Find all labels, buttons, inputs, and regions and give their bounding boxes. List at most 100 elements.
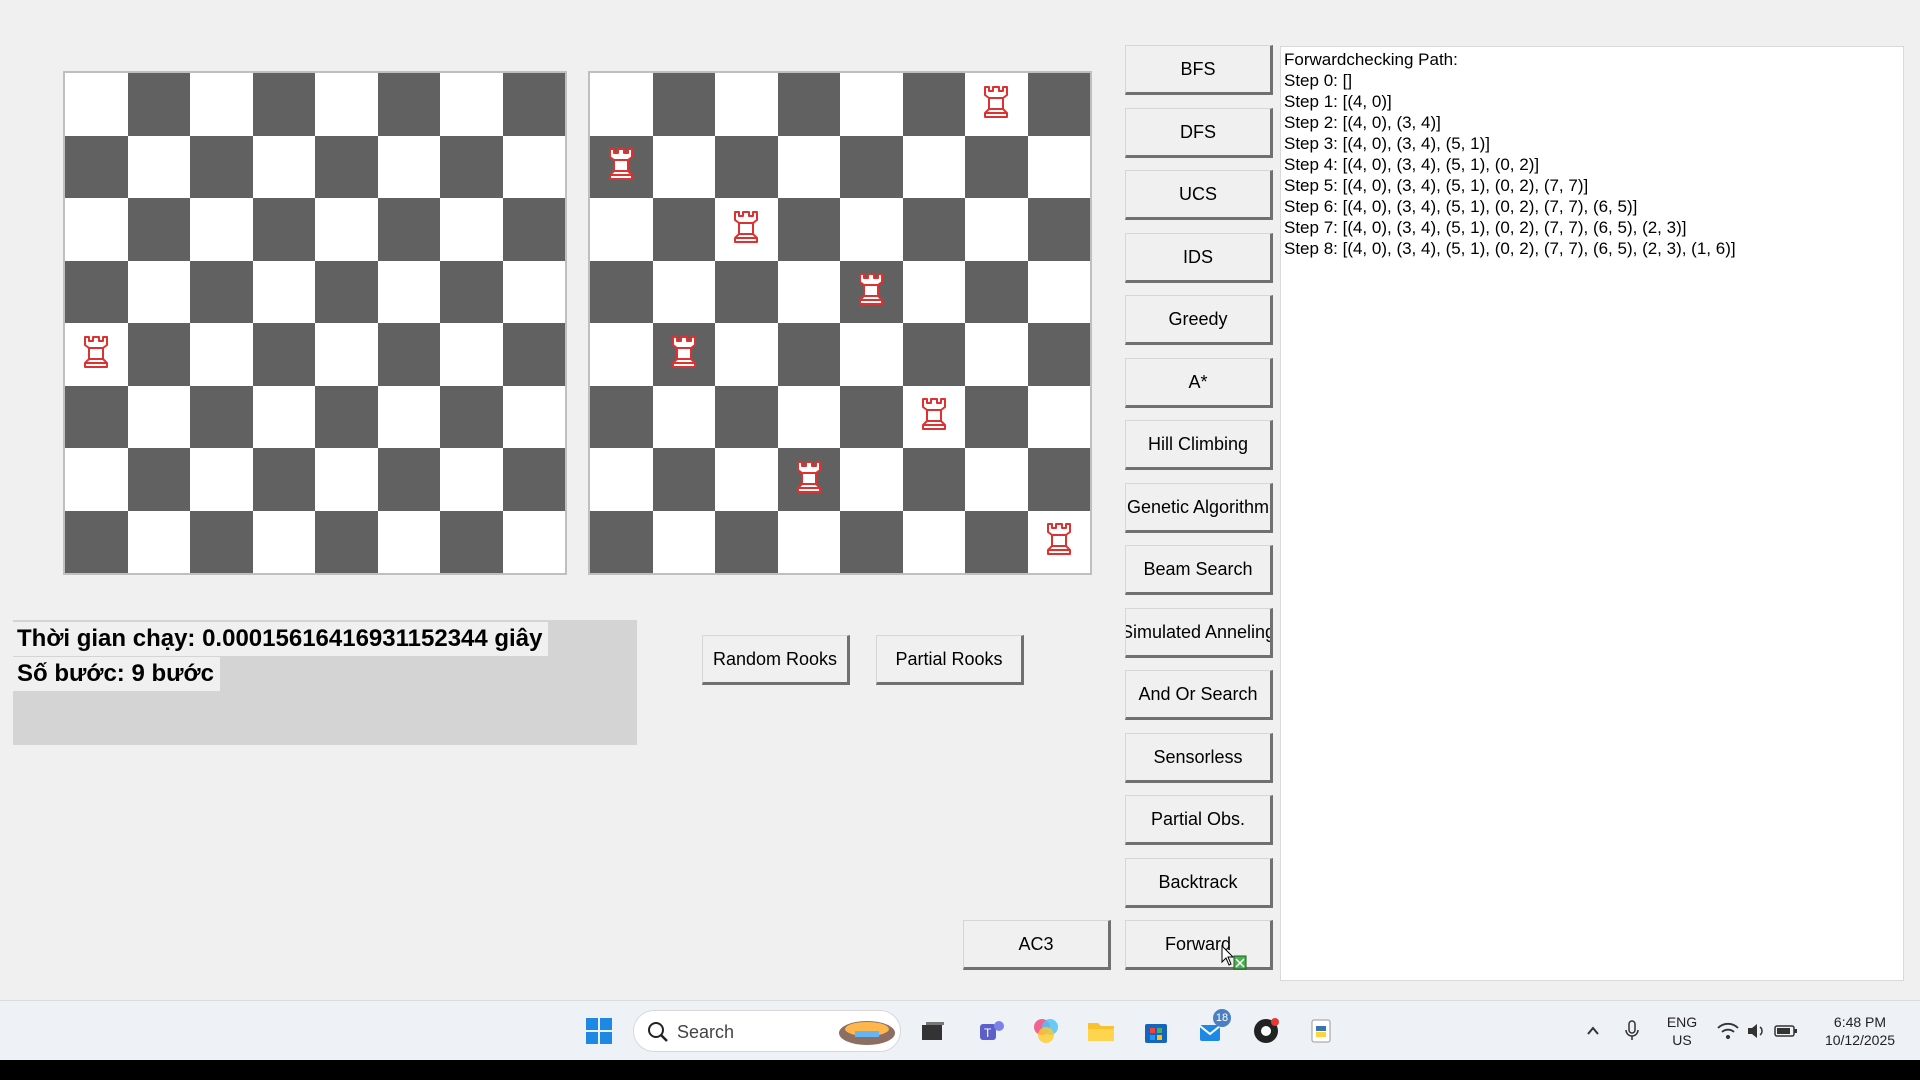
- board-square[interactable]: [777, 73, 840, 136]
- board-square[interactable]: [777, 510, 840, 573]
- board-square[interactable]: [377, 260, 440, 323]
- board-square[interactable]: [315, 385, 378, 448]
- board-square[interactable]: [652, 385, 715, 448]
- copilot-icon[interactable]: [1030, 1015, 1062, 1047]
- board-square[interactable]: [777, 385, 840, 448]
- board-square[interactable]: [315, 448, 378, 511]
- battery-icon[interactable]: [1770, 1015, 1802, 1047]
- board-square[interactable]: [652, 260, 715, 323]
- board-square[interactable]: [902, 198, 965, 261]
- board-square[interactable]: [377, 135, 440, 198]
- board-square[interactable]: [252, 135, 315, 198]
- board-square[interactable]: [377, 448, 440, 511]
- board-square[interactable]: [590, 385, 653, 448]
- board-square[interactable]: [652, 135, 715, 198]
- genetic-algorithm-button[interactable]: Genetic Algorithm: [1125, 483, 1273, 533]
- board-square[interactable]: [502, 323, 565, 386]
- board-square[interactable]: [252, 385, 315, 448]
- board-square[interactable]: [65, 385, 128, 448]
- board-square[interactable]: [127, 385, 190, 448]
- board-square[interactable]: [65, 260, 128, 323]
- board-square[interactable]: [502, 260, 565, 323]
- chevron-up-icon[interactable]: [1577, 1015, 1609, 1047]
- board-square[interactable]: [902, 323, 965, 386]
- path-output[interactable]: Forwardchecking Path: Step 0: [] Step 1:…: [1280, 46, 1904, 981]
- board-square[interactable]: [1027, 198, 1090, 261]
- ac3-button[interactable]: AC3: [963, 920, 1111, 970]
- board-square[interactable]: [652, 448, 715, 511]
- board-square[interactable]: [315, 198, 378, 261]
- board-square[interactable]: [590, 323, 653, 386]
- board-square[interactable]: [315, 135, 378, 198]
- board-square[interactable]: [777, 323, 840, 386]
- board-square[interactable]: [440, 260, 503, 323]
- board-square[interactable]: [590, 448, 653, 511]
- board-square[interactable]: [190, 510, 253, 573]
- board-square[interactable]: [715, 135, 778, 198]
- and-or-search-button[interactable]: And Or Search: [1125, 670, 1273, 720]
- simulated-annealing-button[interactable]: Simulated Anneling: [1125, 608, 1273, 658]
- taskbar-search[interactable]: Search: [633, 1010, 901, 1052]
- file-explorer-icon[interactable]: [1085, 1015, 1117, 1047]
- board-square[interactable]: [965, 323, 1028, 386]
- board-square[interactable]: [1027, 510, 1090, 573]
- ids-button[interactable]: IDS: [1125, 233, 1273, 283]
- board-square[interactable]: [840, 385, 903, 448]
- board-square[interactable]: [715, 198, 778, 261]
- board-square[interactable]: [840, 198, 903, 261]
- board-square[interactable]: [965, 135, 1028, 198]
- sensorless-button[interactable]: Sensorless: [1125, 733, 1273, 783]
- beam-search-button[interactable]: Beam Search: [1125, 545, 1273, 595]
- board-square[interactable]: [440, 510, 503, 573]
- store-icon[interactable]: [1140, 1015, 1172, 1047]
- board-square[interactable]: [190, 260, 253, 323]
- board-square[interactable]: [965, 260, 1028, 323]
- board-square[interactable]: [777, 260, 840, 323]
- board-square[interactable]: [252, 323, 315, 386]
- board-square[interactable]: [127, 135, 190, 198]
- board-square[interactable]: [715, 260, 778, 323]
- board-square[interactable]: [840, 510, 903, 573]
- board-square[interactable]: [440, 385, 503, 448]
- board-square[interactable]: [965, 73, 1028, 136]
- astar-button[interactable]: A*: [1125, 358, 1273, 408]
- board-square[interactable]: [840, 448, 903, 511]
- board-square[interactable]: [190, 448, 253, 511]
- board-square[interactable]: [65, 198, 128, 261]
- board-square[interactable]: [315, 260, 378, 323]
- board-square[interactable]: [377, 510, 440, 573]
- board-square[interactable]: [377, 198, 440, 261]
- board-square[interactable]: [777, 135, 840, 198]
- board-square[interactable]: [715, 385, 778, 448]
- board-square[interactable]: [502, 135, 565, 198]
- dfs-button[interactable]: DFS: [1125, 108, 1273, 158]
- python-app-icon[interactable]: [1305, 1015, 1337, 1047]
- windows-start-icon[interactable]: [583, 1015, 615, 1047]
- board-square[interactable]: [502, 198, 565, 261]
- board-square[interactable]: [377, 385, 440, 448]
- board-square[interactable]: [190, 135, 253, 198]
- board-square[interactable]: [777, 198, 840, 261]
- random-rooks-button[interactable]: Random Rooks: [702, 635, 850, 685]
- board-square[interactable]: [590, 260, 653, 323]
- board-square[interactable]: [127, 448, 190, 511]
- board-square[interactable]: [715, 448, 778, 511]
- board-square[interactable]: [502, 73, 565, 136]
- board-square[interactable]: [1027, 323, 1090, 386]
- board-square[interactable]: [590, 198, 653, 261]
- partial-obs-button[interactable]: Partial Obs.: [1125, 795, 1273, 845]
- board-square[interactable]: [902, 135, 965, 198]
- board-square[interactable]: [190, 385, 253, 448]
- board-square[interactable]: [1027, 448, 1090, 511]
- board-square[interactable]: [902, 385, 965, 448]
- board-square[interactable]: [65, 510, 128, 573]
- board-square[interactable]: [252, 73, 315, 136]
- board-square[interactable]: [65, 135, 128, 198]
- teams-icon[interactable]: T: [975, 1015, 1007, 1047]
- volume-icon[interactable]: [1740, 1015, 1772, 1047]
- board-square[interactable]: [65, 73, 128, 136]
- board-square[interactable]: [902, 448, 965, 511]
- board-square[interactable]: [65, 323, 128, 386]
- board-square[interactable]: [590, 135, 653, 198]
- board-square[interactable]: [127, 260, 190, 323]
